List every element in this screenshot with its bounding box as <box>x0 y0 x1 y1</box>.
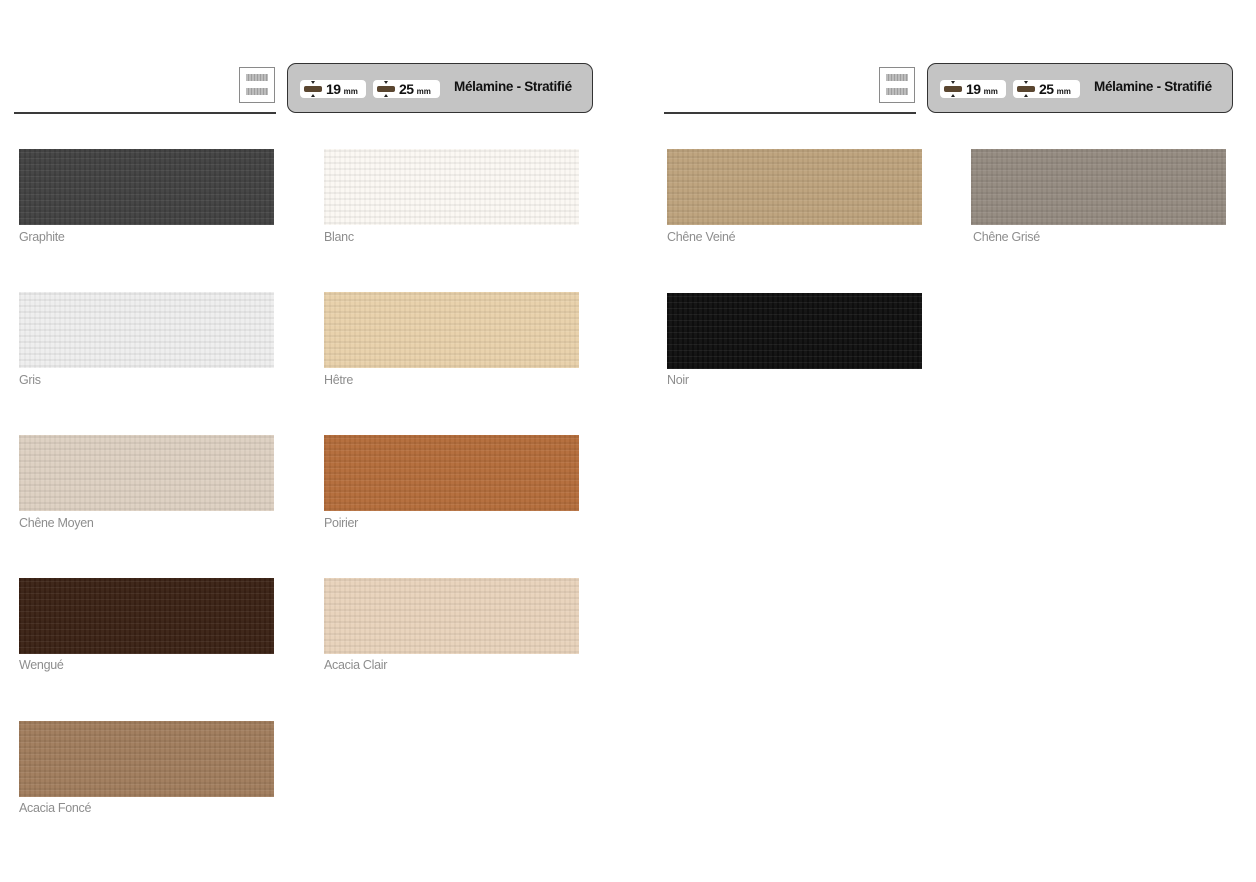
material-badge-left: 19 mm 25 mm Mélamine - Stratifié <box>287 63 593 113</box>
swatch-label-chene-veine: Chêne Veiné <box>667 230 736 244</box>
board-thickness-icon <box>944 81 962 97</box>
swatch-label-noir: Noir <box>667 373 689 387</box>
swatch-acacia-clair <box>324 578 579 654</box>
swatch-chene-moyen <box>19 435 274 511</box>
swatch-chene-veine <box>667 149 922 225</box>
swatch-label-gris: Gris <box>19 373 41 387</box>
thickness-25-tag: 25 mm <box>1013 80 1080 98</box>
stacked-panels-icon <box>879 67 915 103</box>
swatch-hetre <box>324 292 579 368</box>
thickness-unit: mm <box>416 86 431 96</box>
swatch-label-hetre: Hêtre <box>324 373 354 387</box>
stacked-panels-icon <box>239 67 275 103</box>
swatch-graphite <box>19 149 274 225</box>
thickness-unit: mm <box>1056 86 1071 96</box>
material-label: Mélamine - Stratifié <box>1094 79 1212 94</box>
swatch-wengue <box>19 578 274 654</box>
swatch-poirier <box>324 435 579 511</box>
material-label: Mélamine - Stratifié <box>454 79 572 94</box>
thickness-value: 19 <box>966 81 981 97</box>
header-rule-left <box>14 112 276 114</box>
thickness-19-tag: 19 mm <box>940 80 1006 98</box>
board-thickness-icon <box>304 81 322 97</box>
header-rule-right <box>664 112 916 114</box>
swatch-label-graphite: Graphite <box>19 230 65 244</box>
thickness-19-tag: 19 mm <box>300 80 366 98</box>
board-thickness-icon <box>377 81 395 97</box>
thickness-unit: mm <box>983 86 998 96</box>
thickness-value: 25 <box>1039 81 1054 97</box>
thickness-value: 19 <box>326 81 341 97</box>
board-thickness-icon <box>1017 81 1035 97</box>
thickness-unit: mm <box>343 86 358 96</box>
material-badge-right: 19 mm 25 mm Mélamine - Stratifié <box>927 63 1233 113</box>
swatch-label-poirier: Poirier <box>324 516 359 530</box>
swatch-label-chene-grise: Chêne Grisé <box>973 230 1040 244</box>
swatch-label-wengue: Wengué <box>19 658 64 672</box>
swatch-label-acacia-fonce: Acacia Foncé <box>19 801 92 815</box>
swatch-noir <box>667 293 922 369</box>
swatch-blanc <box>324 149 579 225</box>
thickness-25-tag: 25 mm <box>373 80 440 98</box>
swatch-label-acacia-clair: Acacia Clair <box>324 658 388 672</box>
swatch-gris <box>19 292 274 368</box>
swatch-label-chene-moyen: Chêne Moyen <box>19 516 94 530</box>
swatch-label-blanc: Blanc <box>324 230 354 244</box>
thickness-value: 25 <box>399 81 414 97</box>
swatch-acacia-fonce <box>19 721 274 797</box>
swatch-chene-grise <box>971 149 1226 225</box>
